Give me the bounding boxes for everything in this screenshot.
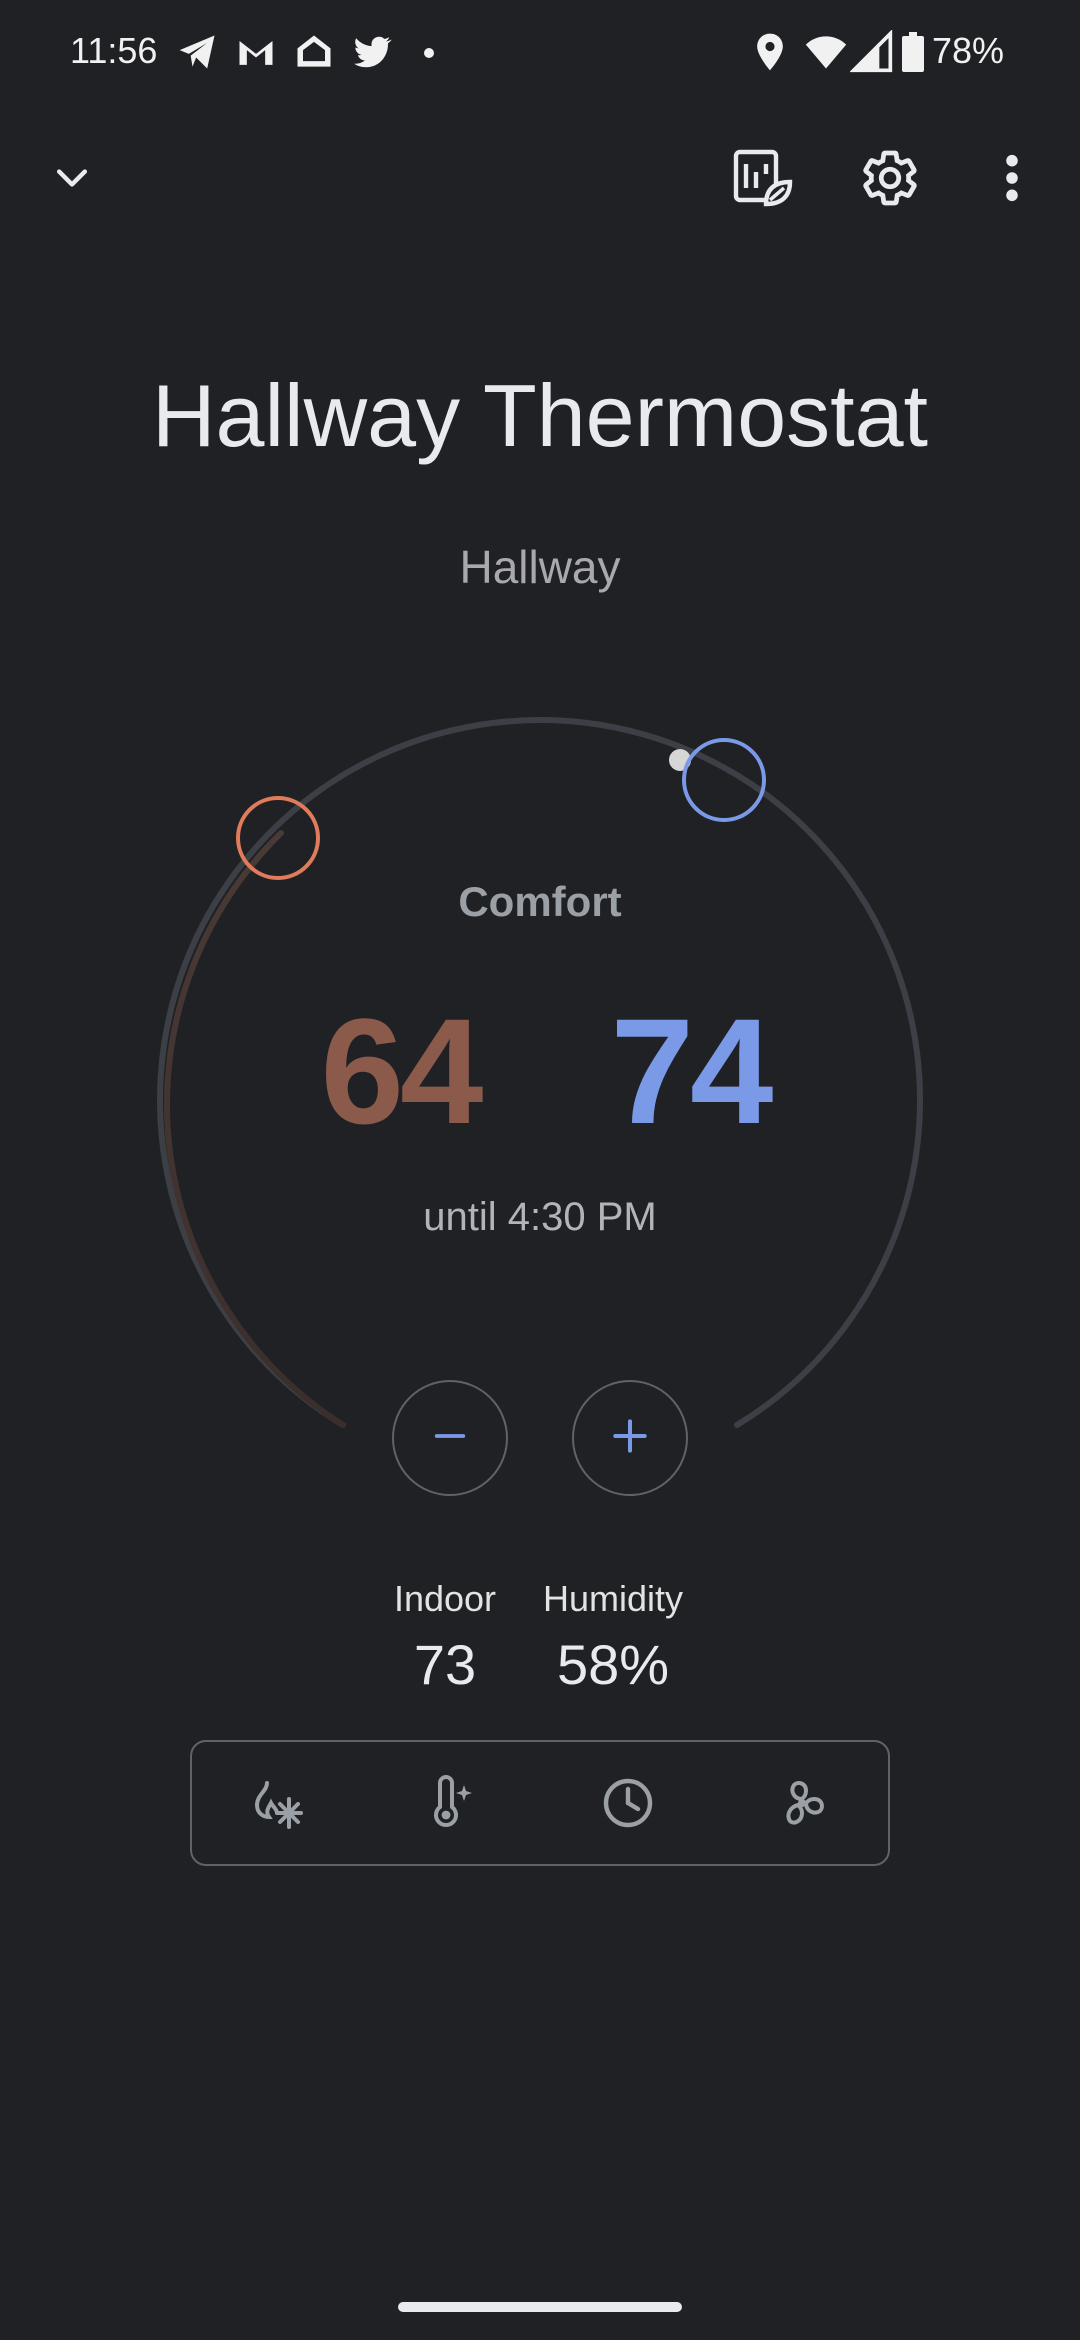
status-bar: 11:56 78%	[0, 0, 1080, 110]
google-home-icon	[292, 30, 336, 74]
humidity-label: Humidity	[542, 1578, 684, 1619]
location-icon	[748, 30, 792, 74]
settings-button[interactable]	[840, 130, 940, 230]
schedule-clock-icon	[600, 1775, 656, 1836]
battery-icon	[902, 32, 924, 72]
more-options-button[interactable]	[962, 130, 1062, 230]
mode-button[interactable]	[227, 1760, 327, 1850]
battery-percentage: 78%	[931, 30, 1004, 71]
signal-icon	[849, 29, 894, 74]
humidity-value: 58%	[556, 1633, 670, 1696]
cool-setpoint-handle[interactable]	[682, 738, 766, 822]
schedule-until-text: until 4:30 PM	[423, 1195, 657, 1239]
cool-setpoint-value[interactable]: 74	[590, 985, 790, 1158]
chevron-down-icon	[50, 156, 94, 205]
indoor-temperature-value: 73	[413, 1633, 477, 1696]
indoor-label: Indoor	[393, 1578, 497, 1619]
device-room: Hallway	[459, 541, 621, 593]
energy-history-button[interactable]	[712, 130, 812, 230]
mode-heat-cool-icon	[249, 1775, 305, 1836]
heat-setpoint-handle[interactable]	[236, 796, 320, 880]
device-title: Hallway Thermostat	[152, 366, 928, 465]
minus-icon	[430, 1416, 470, 1461]
settings-gear-icon	[860, 148, 920, 213]
fan-icon	[774, 1775, 830, 1836]
plus-icon	[608, 1414, 652, 1463]
home-indicator[interactable]	[398, 2302, 682, 2312]
wifi-icon	[804, 30, 848, 74]
dot-icon	[424, 48, 434, 58]
more-vert-icon	[1002, 153, 1022, 208]
eco-temperature-icon	[422, 1774, 478, 1836]
increase-temperature-button[interactable]	[572, 1380, 688, 1496]
status-time: 11:56	[70, 30, 158, 71]
fan-button[interactable]	[752, 1760, 852, 1850]
dial-mode-label: Comfort	[458, 878, 622, 925]
heat-setpoint-value[interactable]: 64	[300, 985, 500, 1158]
decrease-temperature-button[interactable]	[392, 1380, 508, 1496]
collapse-button[interactable]	[22, 130, 122, 230]
energy-history-icon	[730, 146, 794, 215]
telegram-icon	[176, 30, 220, 74]
eco-button[interactable]	[400, 1760, 500, 1850]
twitter-icon	[350, 30, 394, 74]
gmail-icon	[234, 30, 278, 74]
schedule-button[interactable]	[578, 1760, 678, 1850]
